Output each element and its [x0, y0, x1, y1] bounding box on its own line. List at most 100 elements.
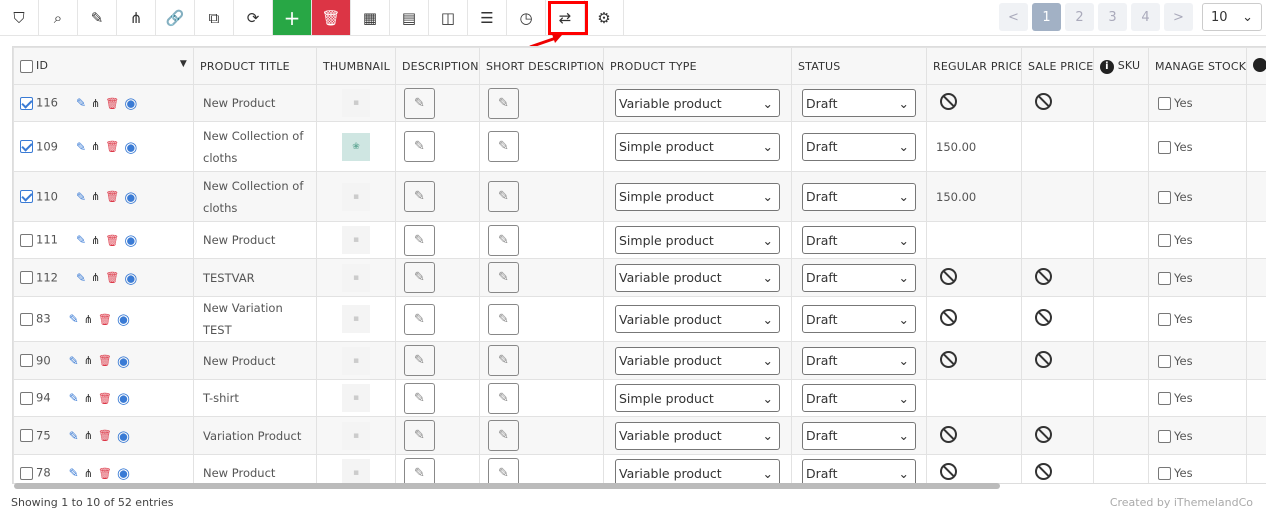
manage-stock-checkbox[interactable]: [1158, 140, 1171, 154]
sku-cell[interactable]: [1093, 379, 1149, 417]
title-cell[interactable]: New Product: [193, 454, 317, 483]
sale-price-cell[interactable]: [1021, 379, 1094, 417]
sku-cell[interactable]: [1093, 171, 1149, 222]
product-type-select[interactable]: Simple product ⌄: [615, 226, 780, 254]
edit-short-description-button[interactable]: ✎: [488, 382, 519, 414]
hierarchy-icon[interactable]: ⋔: [91, 271, 100, 284]
eye-icon[interactable]: ◉: [117, 310, 130, 328]
title-cell[interactable]: Variation Product: [193, 416, 317, 455]
sale-price-cell[interactable]: [1021, 454, 1094, 483]
product-type-select[interactable]: Simple product ⌄: [615, 132, 780, 161]
manage-stock-checkbox[interactable]: [1158, 392, 1171, 405]
row-checkbox[interactable]: [20, 96, 33, 110]
title-cell[interactable]: T-shirt: [193, 379, 317, 417]
hierarchy-icon[interactable]: ⋔: [84, 354, 93, 367]
hierarchy-button[interactable]: ⋔: [117, 0, 156, 35]
product-type-select[interactable]: Variable product ⌄: [615, 346, 780, 375]
eye-icon[interactable]: ◉: [124, 269, 137, 287]
image-icon[interactable]: ❀: [342, 132, 370, 161]
trash-icon[interactable]: 🗑: [105, 97, 119, 110]
regular-price-cell[interactable]: [926, 258, 1022, 297]
edit-short-description-button[interactable]: ✎: [488, 303, 519, 335]
manage-stock-checkbox[interactable]: [1158, 354, 1171, 368]
status-select[interactable]: Draft ⌄: [802, 384, 916, 412]
title-cell[interactable]: New Collection of cloths: [193, 171, 317, 222]
image-icon[interactable]: ▪: [342, 421, 370, 450]
column-header[interactable]: REGULAR PRICE: [926, 47, 1022, 85]
eye-icon[interactable]: ◉: [124, 94, 137, 112]
edit-button[interactable]: ✎: [78, 0, 117, 35]
gear-button[interactable]: ⚙: [585, 0, 624, 35]
trash-icon[interactable]: 🗑: [105, 271, 119, 284]
product-title[interactable]: New Collection of cloths: [203, 179, 303, 215]
trash-icon[interactable]: 🗑: [98, 313, 112, 326]
regular-price-cell[interactable]: [926, 416, 1022, 455]
pencil-icon[interactable]: ✎: [76, 233, 86, 247]
manage-stock-checkbox[interactable]: [1158, 429, 1171, 443]
product-type-select[interactable]: Variable product ⌄: [615, 459, 780, 483]
refresh-button[interactable]: ⟳: [234, 0, 273, 35]
edit-description-button[interactable]: ✎: [404, 224, 435, 256]
status-select[interactable]: Draft ⌄: [802, 346, 916, 375]
sale-price-cell[interactable]: [1021, 121, 1094, 172]
regular-price-cell[interactable]: [926, 341, 1022, 380]
column-header[interactable]: i SKU: [1093, 47, 1149, 85]
product-type-select[interactable]: Variable product ⌄: [615, 305, 780, 333]
manage-stock-checkbox[interactable]: [1158, 97, 1171, 110]
image-icon[interactable]: ▪: [342, 459, 370, 483]
page-2-button[interactable]: 2: [1065, 3, 1094, 31]
product-type-select[interactable]: Variable product ⌄: [615, 421, 780, 450]
sale-price-cell[interactable]: [1021, 416, 1094, 455]
search-button[interactable]: ⌕: [39, 0, 78, 35]
sale-price-cell[interactable]: [1021, 171, 1094, 222]
hierarchy-icon[interactable]: ⋔: [91, 234, 100, 247]
image-icon[interactable]: ▪: [342, 305, 370, 333]
pencil-icon[interactable]: ✎: [69, 391, 79, 405]
edit-description-button[interactable]: ✎: [404, 262, 435, 293]
calculator-button[interactable]: ▤: [390, 0, 429, 35]
hierarchy-icon[interactable]: ⋔: [84, 313, 93, 326]
horizontal-scrollbar[interactable]: [14, 483, 1000, 489]
product-type-select[interactable]: Simple product ⌄: [615, 182, 780, 211]
row-checkbox[interactable]: [20, 233, 33, 247]
next-page-button[interactable]: >: [1164, 3, 1193, 31]
product-title[interactable]: New Product: [203, 466, 275, 480]
thumbnail-cell[interactable]: ▪: [316, 379, 396, 417]
status-select[interactable]: Draft ⌄: [802, 305, 916, 333]
product-type-select[interactable]: Variable product ⌄: [615, 89, 780, 117]
thumbnail-cell[interactable]: ▪: [316, 171, 396, 222]
column-header[interactable]: DESCRIPTION: [395, 47, 480, 85]
trash-icon[interactable]: 🗑: [105, 190, 119, 203]
row-checkbox[interactable]: [20, 140, 33, 153]
product-title[interactable]: New Product: [203, 354, 275, 368]
add-button[interactable]: +: [273, 0, 312, 35]
manage-stock-checkbox[interactable]: [1158, 313, 1171, 326]
page-3-button[interactable]: 3: [1098, 3, 1127, 31]
edit-description-button[interactable]: ✎: [404, 382, 435, 414]
column-header[interactable]: MANAGE STOCK: [1148, 47, 1247, 85]
edit-short-description-button[interactable]: ✎: [488, 87, 519, 119]
eye-icon[interactable]: ◉: [117, 427, 130, 445]
edit-short-description-button[interactable]: ✎: [488, 224, 519, 256]
filter-button[interactable]: ⛉: [0, 0, 39, 35]
edit-short-description-button[interactable]: ✎: [488, 345, 519, 376]
column-header[interactable]: THUMBNAIL: [316, 47, 396, 85]
eye-icon[interactable]: ◉: [117, 352, 130, 370]
prev-page-button[interactable]: <: [999, 3, 1028, 31]
row-checkbox[interactable]: [20, 391, 33, 405]
eye-icon[interactable]: ◉: [117, 464, 130, 482]
edit-description-button[interactable]: ✎: [404, 457, 435, 483]
pencil-icon[interactable]: ✎: [76, 271, 86, 285]
link-button[interactable]: 🔗: [156, 0, 195, 35]
row-checkbox[interactable]: [20, 429, 33, 442]
trash-icon[interactable]: 🗑: [98, 467, 112, 480]
manage-stock-checkbox[interactable]: [1158, 467, 1171, 480]
sale-price-cell[interactable]: [1021, 84, 1094, 122]
edit-short-description-button[interactable]: ✎: [488, 262, 519, 293]
manage-stock-checkbox[interactable]: [1158, 190, 1171, 204]
edit-short-description-button[interactable]: ✎: [488, 420, 519, 451]
sku-cell[interactable]: [1093, 296, 1149, 342]
regular-price-value[interactable]: 150.00: [936, 140, 976, 154]
select-all-checkbox[interactable]: [20, 59, 33, 73]
title-cell[interactable]: New Product: [193, 221, 317, 259]
